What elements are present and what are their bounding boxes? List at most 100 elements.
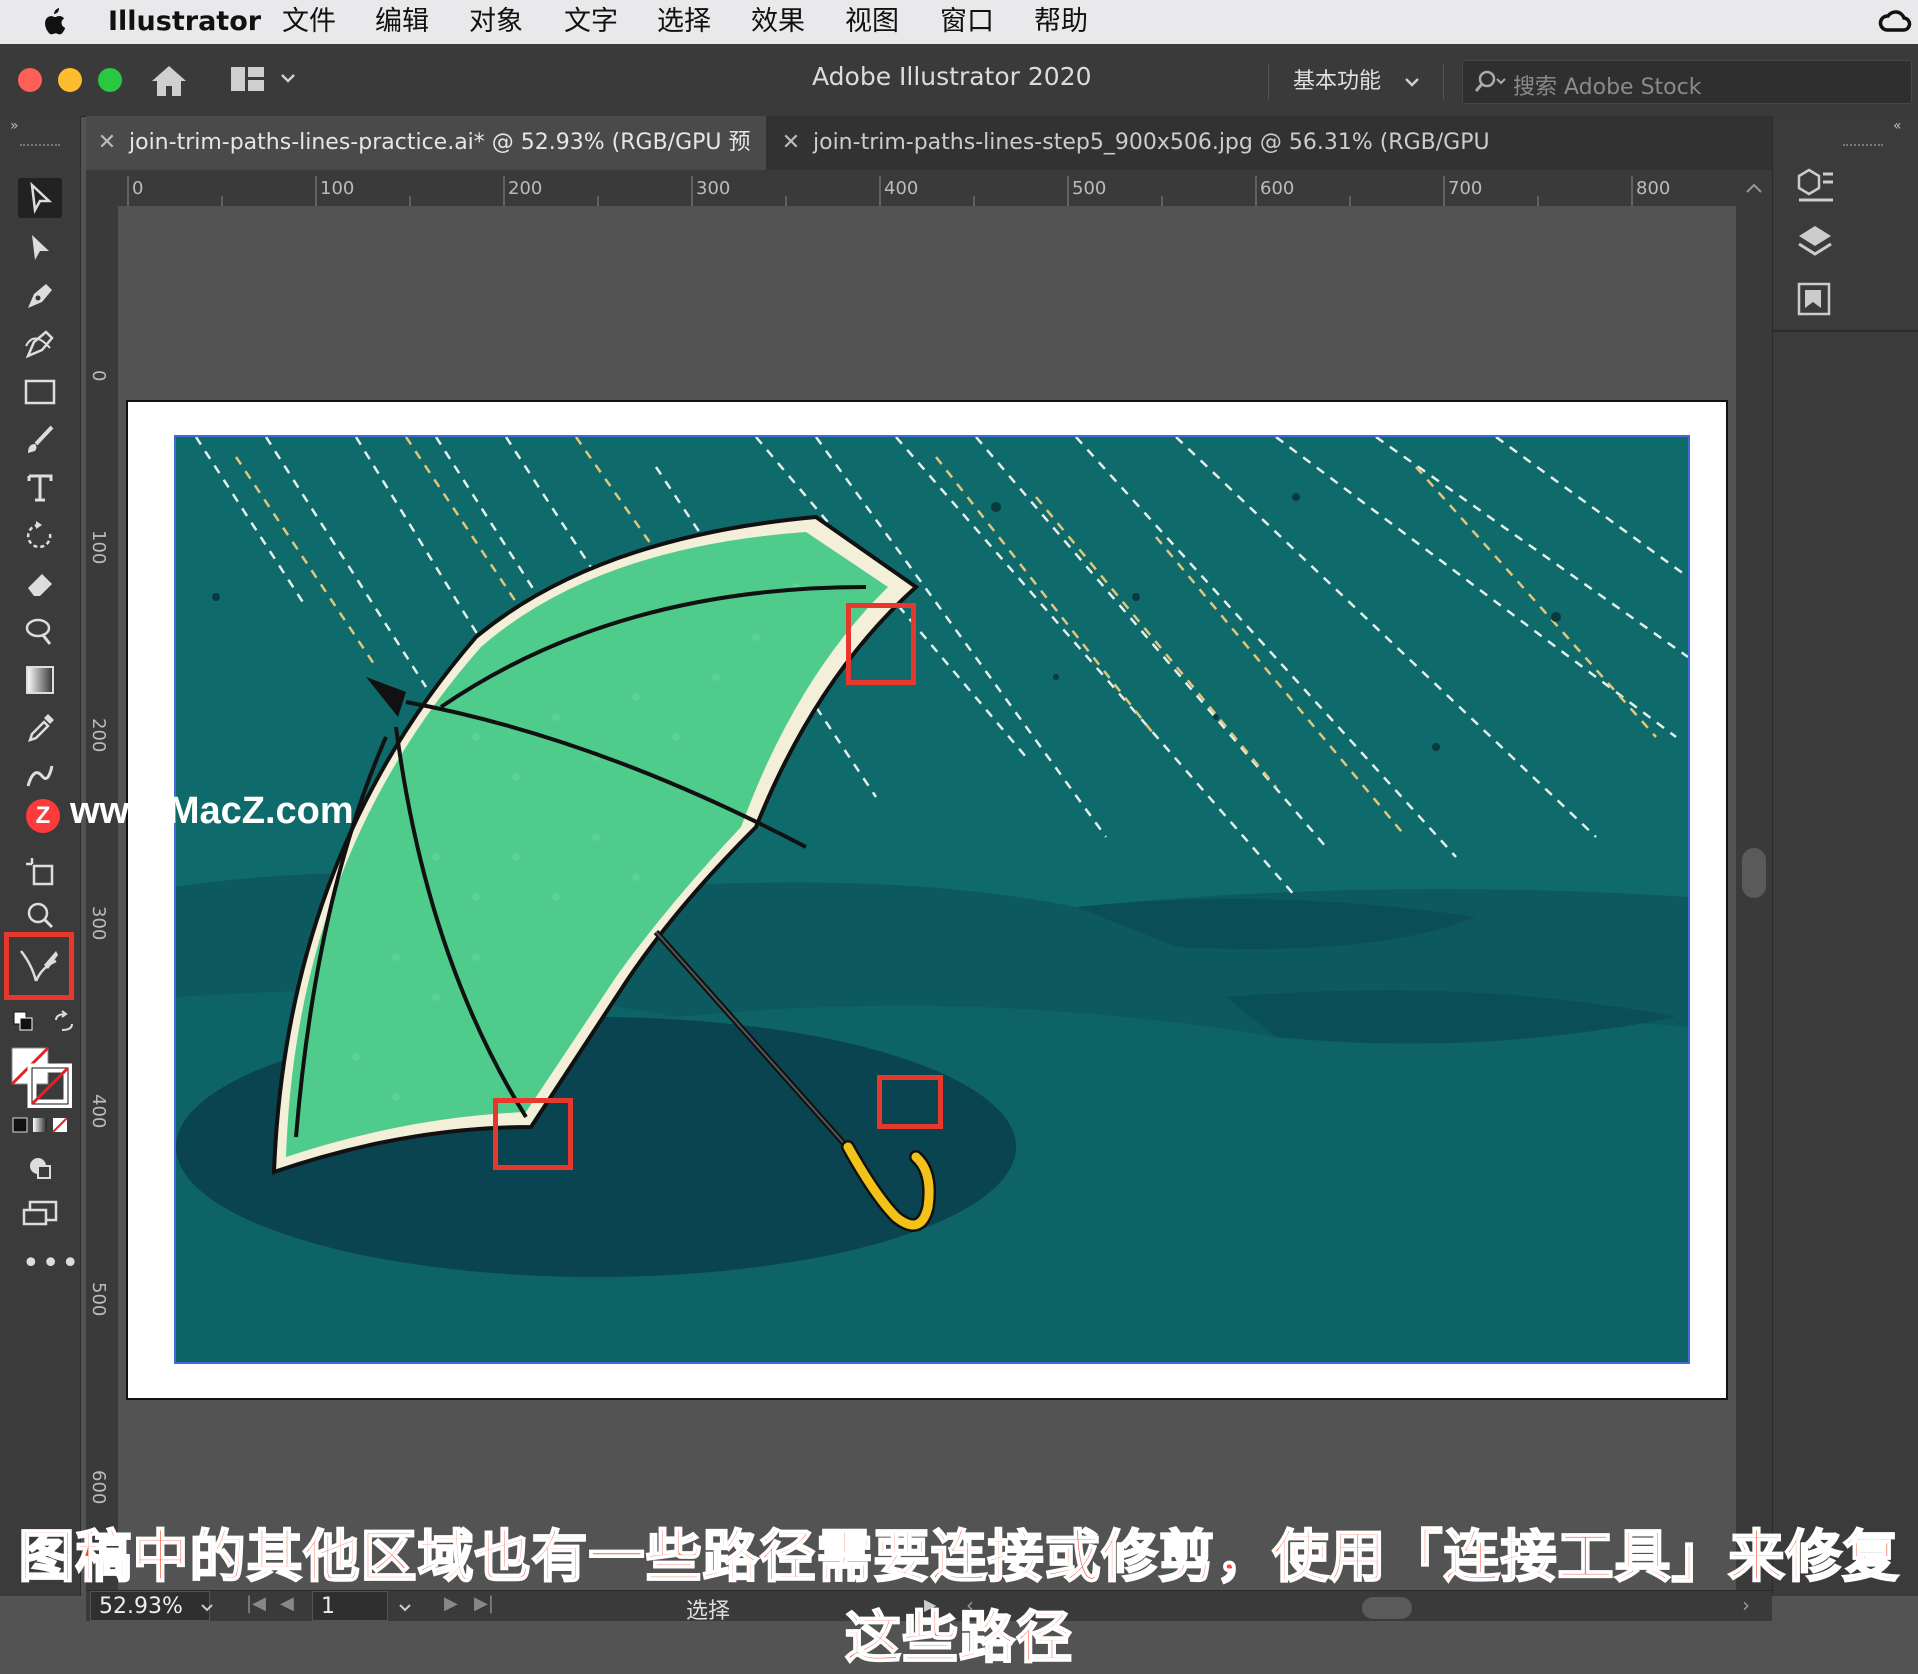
artwork-umbrella-rain[interactable] [174,435,1690,1364]
menu-edit[interactable]: 编辑 [375,0,429,44]
vertical-scrollbar[interactable] [1736,170,1772,1596]
eraser-tool[interactable] [18,564,62,604]
ruler-label: 200 [88,718,109,753]
edit-toolbar-button[interactable]: ••• [22,1246,81,1281]
mac-menubar: Illustrator 文件 编辑 对象 文字 选择 效果 视图 窗口 帮助 [0,0,1918,44]
home-icon[interactable] [150,64,188,98]
apple-icon[interactable] [40,8,66,36]
ruler-label: 600 [88,1470,109,1505]
gradient-tool[interactable] [18,660,62,700]
ruler-label: 200 [508,178,543,199]
rectangle-tool[interactable] [18,372,62,412]
vertical-ruler: 0 100 200 300 400 500 600 [86,206,119,1596]
eyedropper-tool[interactable] [18,708,62,748]
scroll-thumb[interactable] [1742,848,1766,898]
type-tool-icon [27,474,53,502]
tab-practice-file[interactable]: ✕ join-trim-paths-lines-practice.ai* @ 5… [86,116,766,209]
cc-icon[interactable] [1878,8,1912,36]
tutorial-caption: 图稿中的其他区域也有一些路径需要连接或修剪，使用「连接工具」来修复这些路径 [18,1524,1900,1672]
rotate-tool-icon [26,521,52,549]
ruler-label: 400 [884,178,919,199]
paintbrush-tool-icon [28,425,54,453]
eraser-tool-icon [28,574,52,596]
artboard-tool[interactable] [18,852,62,892]
ruler-label: 0 [132,178,144,199]
paintbrush-tool[interactable] [18,420,62,460]
menu-app-name[interactable]: Illustrator [108,0,261,44]
workspace-label: 基本功能 [1293,69,1382,94]
chevron-down-icon [1405,78,1419,87]
stock-search-field[interactable]: 搜索 Adobe Stock [1462,60,1912,104]
selection-tool[interactable] [18,178,62,218]
screen-mode-icon[interactable] [22,1200,58,1228]
panel-grip[interactable] [1843,144,1883,152]
watermark-logo: Z [26,799,60,833]
rectangle-tool-icon [24,379,56,405]
ruler-label: 300 [696,178,731,199]
close-window-button[interactable] [18,68,42,92]
highlight-box-handle [877,1075,943,1129]
width-tool-icon [25,618,52,645]
panel-divider [1773,330,1918,332]
tab-step5-file[interactable]: ✕ join-trim-paths-lines-step5_900x506.jp… [770,116,1510,209]
drawing-modes-icon[interactable] [26,1154,54,1182]
menu-effect[interactable]: 效果 [751,0,805,44]
ruler-label: 100 [88,530,109,565]
libraries-icon[interactable] [1795,278,1835,318]
ruler-label: 800 [1636,178,1671,199]
chevron-down-icon[interactable] [280,72,296,84]
close-icon[interactable]: ✕ [776,116,806,170]
pen-tool[interactable] [18,276,62,316]
curvature-tool-icon [25,330,54,359]
watermark: Zwww.MacZ.com [26,790,354,833]
width-tool[interactable] [18,612,62,652]
watermark-text: www.MacZ.com [70,790,354,832]
menu-window[interactable]: 窗口 [940,0,994,44]
document-tabs: ✕ join-trim-paths-lines-practice.ai* @ 5… [86,116,1772,209]
app-titlebar: Adobe Illustrator 2020 基本功能 搜索 Adobe Sto… [0,44,1918,117]
gradient-tool-icon [26,666,54,694]
workspace-switcher[interactable]: 基本功能 [1268,64,1444,100]
swap-colors-icon[interactable] [52,1010,76,1034]
join-tool-icon [20,950,58,982]
ruler-label: 500 [88,1282,109,1317]
menu-select[interactable]: 选择 [657,0,711,44]
ruler-label: 600 [1260,178,1295,199]
chevron-up-icon[interactable] [1745,182,1763,194]
menu-object[interactable]: 对象 [469,0,523,44]
layout-icon[interactable] [230,64,266,94]
artwork-illustration [176,437,1688,1362]
curvature-tool[interactable] [18,324,62,364]
properties-icon[interactable] [1795,166,1835,206]
panel-collapse-handle[interactable]: » [10,118,19,134]
minimize-window-button[interactable] [58,68,82,92]
fill-stroke-swatch[interactable] [10,1046,72,1108]
join-tool-button[interactable] [4,932,74,1000]
panel-grip[interactable] [20,144,60,152]
menu-type[interactable]: 文字 [564,0,618,44]
color-mode-icons[interactable] [12,1116,70,1134]
maximize-window-button[interactable] [98,68,122,92]
direct-selection-icon [32,235,49,260]
right-panel-dock: « [1772,116,1918,1596]
ruler-label: 700 [1448,178,1483,199]
direct-selection-tool[interactable] [18,228,62,268]
puppet-warp-icon [26,765,54,787]
zoom-tool[interactable] [18,896,62,936]
layers-icon[interactable] [1795,222,1835,262]
ruler-label: 500 [1072,178,1107,199]
default-colors-icon[interactable] [12,1010,36,1034]
ruler-label: 100 [320,178,355,199]
menu-help[interactable]: 帮助 [1034,0,1088,44]
app-title: Adobe Illustrator 2020 [812,62,1092,91]
menu-file[interactable]: 文件 [282,0,336,44]
close-icon[interactable]: ✕ [92,116,122,170]
stock-search-placeholder: 搜索 Adobe Stock [1513,75,1702,100]
panel-collapse-handle[interactable]: « [1893,118,1902,134]
menu-view[interactable]: 视图 [845,0,899,44]
selection-tool-icon [30,182,53,214]
rotate-tool[interactable] [18,516,62,556]
ruler-label: 0 [88,370,109,382]
search-icon [1474,70,1506,92]
type-tool[interactable] [18,468,62,508]
